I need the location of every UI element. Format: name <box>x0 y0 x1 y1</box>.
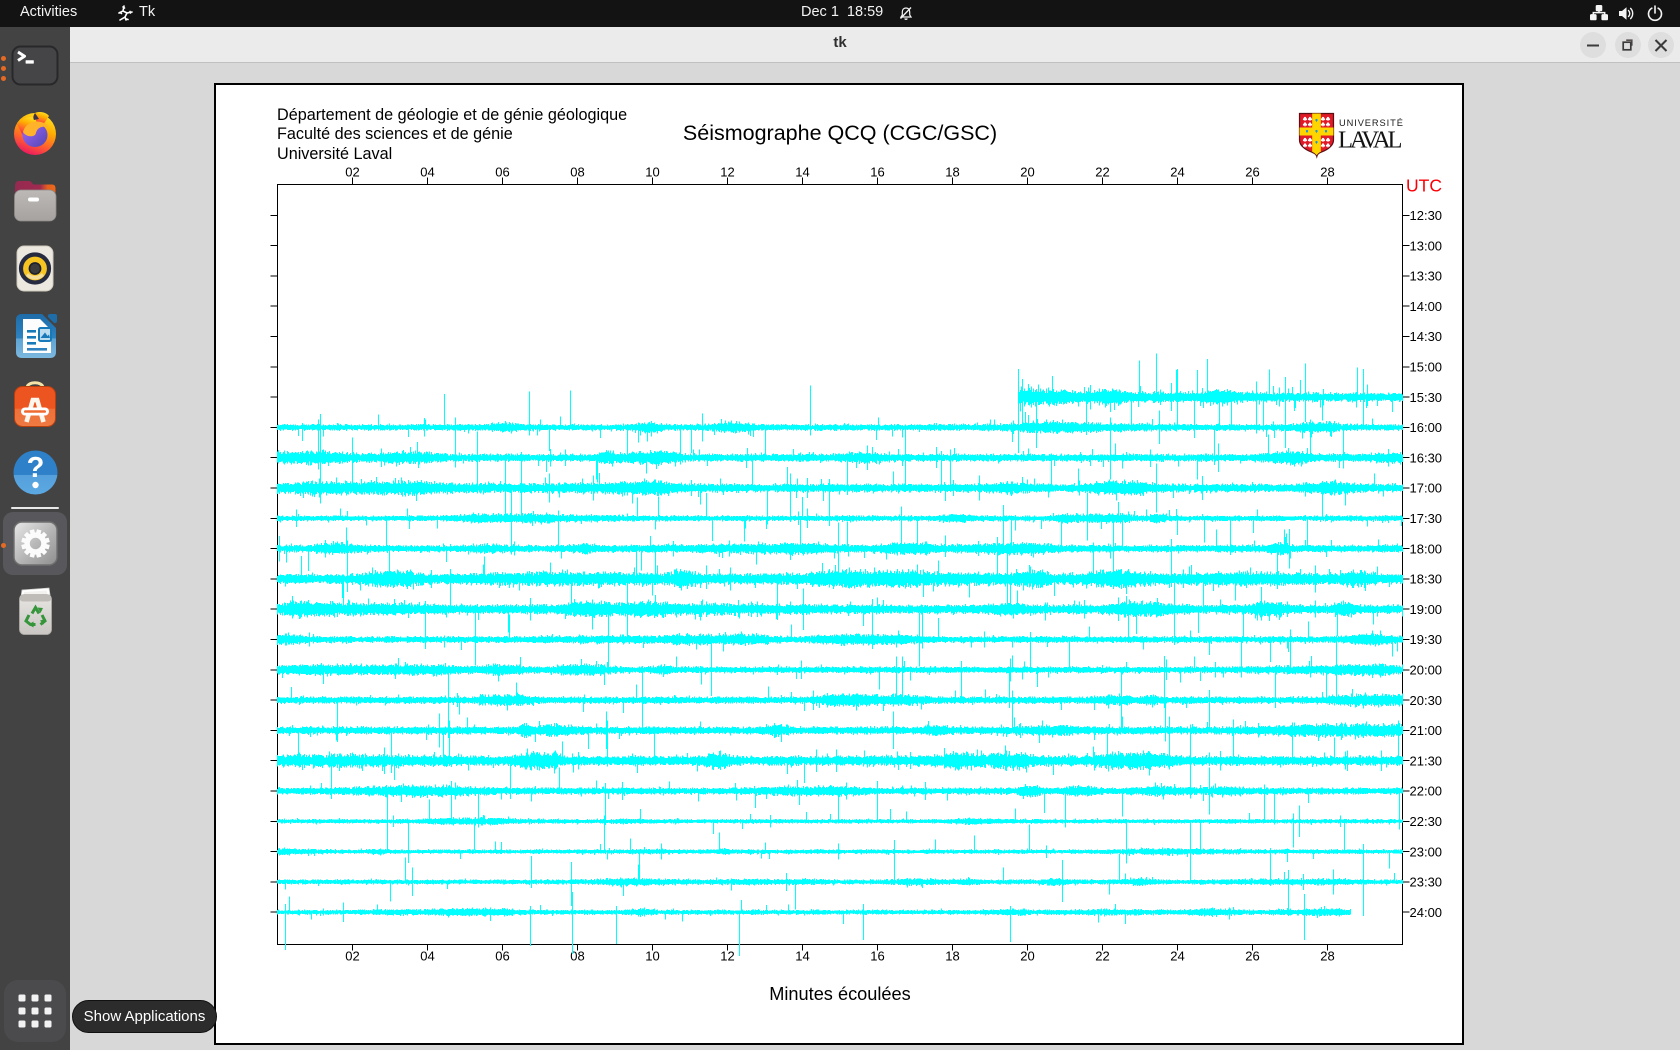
svg-text:21:30: 21:30 <box>1410 753 1443 768</box>
svg-text:15:00: 15:00 <box>1410 360 1443 375</box>
svg-text:02: 02 <box>345 949 359 964</box>
svg-text:04: 04 <box>420 165 434 180</box>
svg-text:22:00: 22:00 <box>1410 784 1443 799</box>
svg-text:16: 16 <box>870 949 884 964</box>
svg-text:14: 14 <box>795 949 809 964</box>
svg-text:20:30: 20:30 <box>1410 693 1443 708</box>
svg-text:18:00: 18:00 <box>1410 541 1443 556</box>
svg-text:04: 04 <box>420 949 434 964</box>
svg-text:24: 24 <box>1170 165 1184 180</box>
svg-text:23:30: 23:30 <box>1410 875 1443 890</box>
svg-text:20: 20 <box>1020 165 1034 180</box>
svg-text:UTC: UTC <box>1406 176 1442 196</box>
svg-text:20:00: 20:00 <box>1410 663 1443 678</box>
svg-text:12: 12 <box>720 165 734 180</box>
svg-text:24:00: 24:00 <box>1410 905 1443 920</box>
svg-text:22:30: 22:30 <box>1410 814 1443 829</box>
svg-text:21:00: 21:00 <box>1410 723 1443 738</box>
svg-text:13:00: 13:00 <box>1410 238 1443 253</box>
svg-text:02: 02 <box>345 165 359 180</box>
svg-text:14:00: 14:00 <box>1410 299 1443 314</box>
svg-text:12:30: 12:30 <box>1410 208 1443 223</box>
svg-text:14:30: 14:30 <box>1410 329 1443 344</box>
svg-text:18: 18 <box>945 949 959 964</box>
svg-text:?: ? <box>27 452 45 484</box>
svg-text:20: 20 <box>1020 949 1034 964</box>
svg-text:18: 18 <box>945 165 959 180</box>
svg-text:23:00: 23:00 <box>1410 844 1443 859</box>
svg-text:16: 16 <box>870 165 884 180</box>
svg-text:18:30: 18:30 <box>1410 572 1443 587</box>
svg-text:10: 10 <box>645 949 659 964</box>
svg-text:16:30: 16:30 <box>1410 450 1443 465</box>
svg-text:10: 10 <box>645 165 659 180</box>
svg-text:19:00: 19:00 <box>1410 602 1443 617</box>
svg-text:12: 12 <box>720 949 734 964</box>
svg-text:26: 26 <box>1245 165 1259 180</box>
svg-text:28: 28 <box>1320 165 1334 180</box>
svg-text:08: 08 <box>570 165 584 180</box>
svg-text:13:30: 13:30 <box>1410 269 1443 284</box>
svg-text:06: 06 <box>495 949 509 964</box>
svg-text:22: 22 <box>1095 165 1109 180</box>
svg-text:24: 24 <box>1170 949 1184 964</box>
svg-text:28: 28 <box>1320 949 1334 964</box>
svg-text:15:30: 15:30 <box>1410 390 1443 405</box>
svg-text:16:00: 16:00 <box>1410 420 1443 435</box>
svg-text:26: 26 <box>1245 949 1259 964</box>
svg-text:22: 22 <box>1095 949 1109 964</box>
svg-text:19:30: 19:30 <box>1410 632 1443 647</box>
svg-text:17:00: 17:00 <box>1410 481 1443 496</box>
svg-text:14: 14 <box>795 165 809 180</box>
svg-text:06: 06 <box>495 165 509 180</box>
svg-text:17:30: 17:30 <box>1410 511 1443 526</box>
